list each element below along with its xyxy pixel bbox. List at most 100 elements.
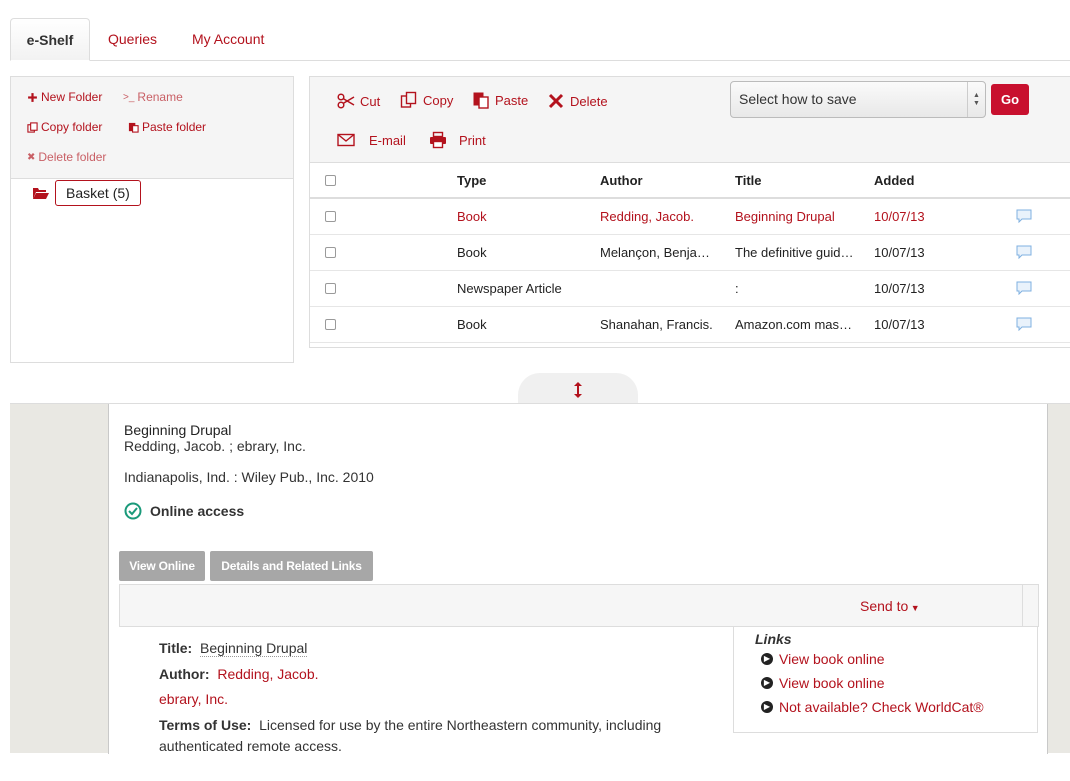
links-title: Links	[755, 631, 792, 647]
view-online-button[interactable]: View Online	[119, 551, 205, 581]
column-header-type[interactable]: Type	[457, 163, 587, 199]
terminal-icon: >_	[123, 91, 135, 103]
tab-my-account[interactable]: My Account	[192, 18, 264, 61]
column-header-added[interactable]: Added	[874, 163, 954, 199]
author-link[interactable]: Redding, Jacob.	[217, 666, 318, 682]
row-type: Newspaper Article	[457, 281, 562, 296]
send-to-dropdown[interactable]: Send to ▼	[860, 598, 920, 614]
table-row[interactable]: Newspaper Article : 10/07/13	[310, 271, 1070, 307]
tab-bar: e-Shelf Queries My Account	[10, 18, 1070, 61]
paste-folder-label: Paste folder	[142, 120, 207, 134]
record-title: Beginning Drupal	[124, 422, 232, 438]
results-toolbar: Cut Copy Paste Delete E-mail Print Selec…	[310, 77, 1070, 163]
copy-button[interactable]: Copy	[400, 91, 453, 109]
rename-button[interactable]: >_ Rename	[123, 90, 183, 104]
record-detail: Beginning Drupal Redding, Jacob. ; ebrar…	[108, 404, 1048, 754]
row-title: Beginning Drupal	[735, 209, 835, 224]
email-button[interactable]: E-mail	[337, 131, 406, 149]
details-links-button[interactable]: Details and Related Links	[210, 551, 373, 581]
cut-label: Cut	[360, 93, 381, 109]
save-select-value: Select how to save	[739, 91, 857, 107]
go-button[interactable]: Go	[991, 84, 1029, 115]
check-circle-icon	[124, 502, 142, 520]
select-all-checkbox[interactable]	[325, 175, 336, 186]
record-author: Redding, Jacob. ; ebrary, Inc.	[124, 438, 306, 454]
delete-label: Delete	[570, 93, 608, 109]
availability-status: Online access	[124, 502, 244, 520]
chevron-right-icon: ▶	[761, 701, 773, 713]
field-title-value: Beginning Drupal	[199, 640, 308, 657]
row-type: Book	[457, 317, 487, 332]
view-book-online-link[interactable]: ▶ View book online	[761, 675, 885, 691]
row-checkbox[interactable]	[325, 211, 336, 222]
cut-button[interactable]: Cut	[337, 92, 380, 110]
tab-queries[interactable]: Queries	[108, 18, 157, 61]
table-row[interactable]: Book Melançon, Benja… The definitive gui…	[310, 235, 1070, 271]
field-author-label: Author:	[159, 666, 210, 682]
tab-eshelf[interactable]: e-Shelf	[10, 18, 90, 61]
delete-button[interactable]: Delete	[547, 92, 608, 110]
row-added: 10/07/13	[874, 317, 925, 332]
table-row[interactable]: Book Shanahan, Francis. Amazon.com mas… …	[310, 307, 1070, 343]
row-type: Book	[457, 209, 487, 224]
check-worldcat-link[interactable]: ▶ Not available? Check WorldCat®	[761, 699, 984, 715]
comment-icon[interactable]	[1016, 317, 1032, 331]
save-method-select[interactable]: Select how to save ▲ ▼	[730, 81, 986, 118]
table-header: Type Author Title Added	[310, 163, 1070, 199]
row-checkbox[interactable]	[325, 283, 336, 294]
row-added: 10/07/13	[874, 209, 925, 224]
caret-down-icon: ▼	[908, 603, 920, 613]
table-row[interactable]: Book Redding, Jacob. Beginning Drupal 10…	[310, 199, 1070, 235]
record-detail-pane: Beginning Drupal Redding, Jacob. ; ebrar…	[10, 403, 1070, 754]
field-terms-value: Licensed for use by the entire Northeast…	[259, 717, 662, 733]
link-label: View book online	[779, 651, 885, 667]
link-label: View book online	[779, 675, 885, 691]
paste-button[interactable]: Paste	[472, 91, 528, 109]
column-header-author[interactable]: Author	[600, 163, 716, 199]
row-checkbox[interactable]	[325, 319, 336, 330]
new-folder-button[interactable]: New Folder	[27, 90, 102, 104]
row-author: Shanahan, Francis.	[600, 317, 713, 332]
copy-icon	[27, 121, 38, 133]
print-label: Print	[459, 132, 486, 148]
new-folder-label: New Folder	[41, 90, 103, 104]
results-panel: Cut Copy Paste Delete E-mail Print Selec…	[309, 76, 1070, 348]
paste-label: Paste	[495, 92, 529, 108]
comment-icon[interactable]	[1016, 281, 1032, 295]
copy-icon	[400, 91, 417, 108]
row-type: Book	[457, 245, 487, 260]
envelope-icon	[337, 133, 355, 147]
view-book-online-link[interactable]: ▶ View book online	[761, 651, 885, 667]
column-header-title[interactable]: Title	[735, 163, 861, 199]
detail-subheader: Send to ▼	[119, 584, 1039, 627]
comment-icon[interactable]	[1016, 209, 1032, 223]
field-title: Title: Beginning Drupal	[159, 640, 308, 657]
row-title: The definitive guid…	[735, 245, 854, 260]
comment-icon[interactable]	[1016, 245, 1032, 259]
links-box: Links ▶ View book online ▶ View book onl…	[733, 627, 1038, 733]
paste-icon	[128, 122, 139, 133]
x-icon: ✖	[27, 151, 36, 163]
pane-resize-handle[interactable]	[518, 373, 638, 405]
resize-vertical-icon	[574, 382, 582, 398]
plus-icon	[28, 92, 37, 102]
record-publisher: Indianapolis, Ind. : Wiley Pub., Inc. 20…	[124, 469, 374, 485]
availability-label: Online access	[150, 503, 245, 519]
printer-icon	[430, 131, 446, 149]
chevron-right-icon: ▶	[761, 677, 773, 689]
divider	[1022, 585, 1023, 627]
field-terms-label: Terms of Use:	[159, 717, 252, 733]
copy-folder-button[interactable]: Copy folder	[27, 120, 102, 134]
folder-panel: New Folder >_ Rename Copy folder Paste f…	[10, 76, 294, 363]
print-button[interactable]: Print	[429, 131, 486, 149]
delete-folder-label: Delete folder	[38, 150, 107, 164]
author-link-2[interactable]: ebrary, Inc.	[159, 691, 228, 707]
row-added: 10/07/13	[874, 281, 925, 296]
field-terms-continued: authenticated remote access.	[159, 738, 342, 754]
paste-folder-button[interactable]: Paste folder	[128, 120, 206, 134]
delete-x-icon	[548, 93, 564, 109]
row-checkbox[interactable]	[325, 247, 336, 258]
basket-folder-button[interactable]: Basket (5)	[55, 180, 141, 206]
copy-folder-label: Copy folder	[41, 120, 103, 134]
delete-folder-button[interactable]: ✖ Delete folder	[27, 150, 106, 164]
